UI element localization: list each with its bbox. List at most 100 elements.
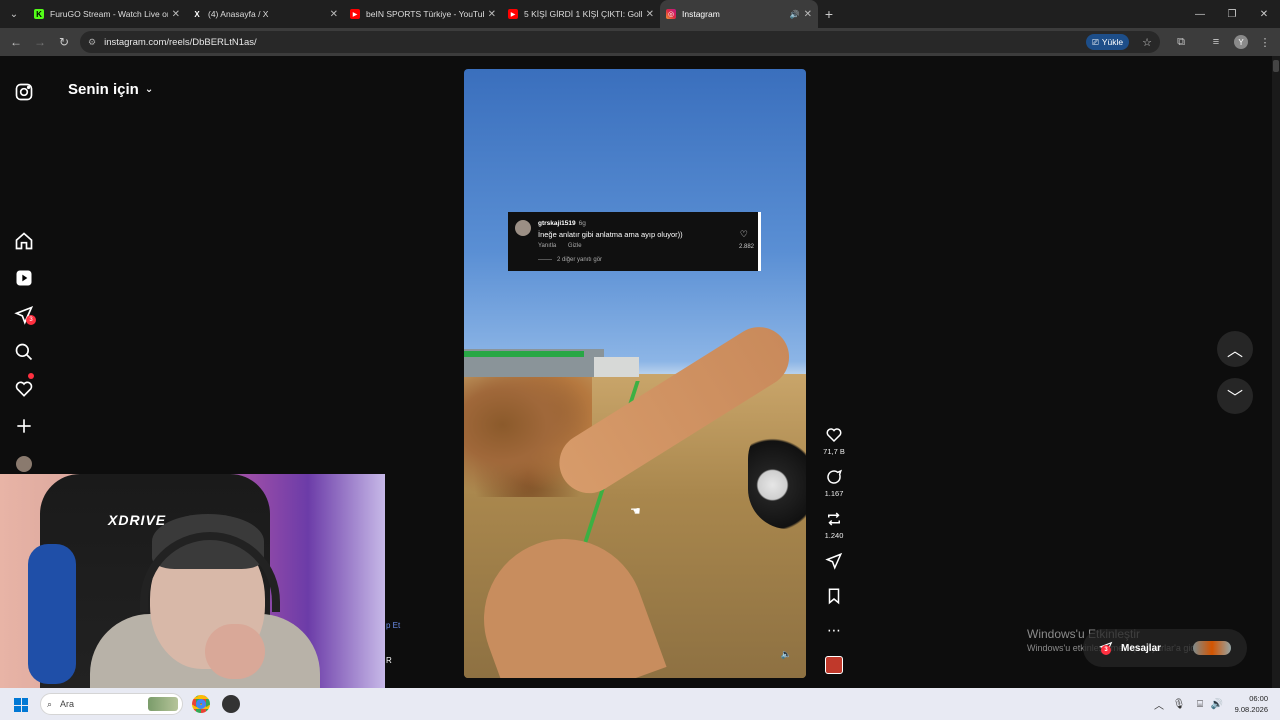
- close-icon[interactable]: ✕: [804, 9, 812, 20]
- tab-label: beIN SPORTS Türkiye - YouTube: [366, 9, 484, 19]
- yukle-button[interactable]: ⎚ Yükle: [1086, 34, 1130, 50]
- tab-gollum[interactable]: ▶ 5 KİŞİ GİRDİ 1 KİŞİ ÇIKTI: Gollum ✕: [502, 0, 660, 28]
- minimize-button[interactable]: —: [1184, 0, 1216, 28]
- repost-button[interactable]: 1.240: [822, 510, 846, 540]
- save-button[interactable]: [822, 587, 846, 605]
- windows-taskbar: ⌕ Ara ︿ 🎙 ⌸ 🔊 06:00 9.08.2026: [0, 688, 1280, 720]
- instagram-logo-icon[interactable]: [14, 82, 34, 102]
- chair-brand-logo: XDRIVE: [108, 512, 167, 528]
- partial-text: R: [386, 656, 392, 665]
- like-count: 71,7 B: [823, 447, 845, 456]
- tab-furugo[interactable]: K FuruGO Stream - Watch Live on ✕: [28, 0, 186, 28]
- x-favicon-icon: X: [194, 9, 200, 19]
- reel-video[interactable]: gtrskaji1519 6g İneğe anlatır gibi anlatm…: [464, 69, 806, 678]
- comment-button[interactable]: 1.167: [822, 468, 846, 498]
- feed-selector[interactable]: Senin için ⌄: [68, 81, 153, 98]
- microphone-icon[interactable]: 🎙: [1170, 688, 1188, 720]
- volume-icon[interactable]: 🔊: [1208, 688, 1226, 720]
- tab-search-menu[interactable]: ⌄: [0, 0, 28, 28]
- youtube-favicon-icon: ▶: [508, 9, 518, 19]
- share-button[interactable]: [822, 552, 846, 570]
- more-options-button[interactable]: ⋯: [822, 621, 846, 639]
- back-button[interactable]: ←: [4, 30, 28, 54]
- instagram-favicon-icon: ◎: [666, 9, 676, 19]
- comment-like-count: 2.882: [738, 244, 754, 250]
- search-highlight-image: [148, 697, 178, 711]
- reload-button[interactable]: ↻: [52, 30, 76, 54]
- webcam-overlay: XDRIVE: [0, 474, 385, 691]
- address-bar[interactable]: ⚙ instagram.com/reels/DbBERLtN1as/: [80, 31, 1160, 53]
- taskbar-clock[interactable]: 06:00 9.08.2026: [1228, 693, 1268, 715]
- site-info-icon[interactable]: ⚙: [88, 37, 96, 48]
- next-reel-button[interactable]: ﹀: [1217, 378, 1253, 414]
- partial-text: p Et: [386, 621, 401, 630]
- forward-button[interactable]: →: [28, 30, 52, 54]
- tab-instagram[interactable]: ◎ Instagram 🔊 ✕: [660, 0, 818, 28]
- show-hidden-icons[interactable]: ︿: [1150, 688, 1168, 720]
- url-text: instagram.com/reels/DbBERLtN1as/: [104, 36, 257, 48]
- reply-link: Yanıtla: [538, 243, 557, 249]
- search-icon: ⌕: [47, 698, 53, 709]
- chrome-icon[interactable]: [192, 695, 210, 713]
- comment-text: İneğe anlatır gibi anlatma ama ayıp oluy…: [538, 230, 683, 239]
- close-icon[interactable]: ✕: [172, 9, 180, 20]
- like-button[interactable]: 71,7 B: [822, 426, 846, 456]
- tab-label: 5 KİŞİ GİRDİ 1 KİŞİ ÇIKTI: Gollum: [524, 9, 642, 19]
- page-scrollbar[interactable]: [1272, 56, 1280, 688]
- yukle-label: Yükle: [1101, 37, 1124, 47]
- mouse-cursor-icon: ☚: [630, 504, 641, 518]
- chevron-up-icon: ︿: [1226, 343, 1243, 360]
- notification-dot: [28, 373, 34, 379]
- comment-heart-icon: ♡: [739, 229, 748, 239]
- barn-building-2: [594, 357, 639, 377]
- search-icon[interactable]: [14, 342, 34, 362]
- close-window-button[interactable]: ✕: [1248, 0, 1280, 28]
- close-icon[interactable]: ✕: [488, 9, 496, 20]
- windows-start-icon[interactable]: [14, 698, 28, 712]
- bookmark-icon: [828, 588, 840, 605]
- profile-avatar[interactable]: Y: [1234, 35, 1248, 49]
- speaker-icon[interactable]: 🔊: [790, 10, 800, 19]
- plus-icon[interactable]: [14, 416, 34, 436]
- share-icon: [825, 552, 843, 570]
- hide-link: Gizle: [567, 243, 582, 249]
- messages-button[interactable]: 3 Mesajlar: [1083, 629, 1247, 667]
- kick-favicon-icon: K: [34, 9, 44, 19]
- network-icon[interactable]: ⌸: [1191, 688, 1209, 720]
- restore-button[interactable]: ❐: [1216, 0, 1248, 28]
- taskbar-search[interactable]: ⌕ Ara: [40, 693, 183, 715]
- clock-date: 9.08.2026: [1234, 705, 1268, 714]
- close-icon[interactable]: ✕: [646, 9, 654, 20]
- media-control-icon[interactable]: ≡: [1206, 28, 1226, 56]
- comment-overlay: gtrskaji1519 6g İneğe anlatır gibi anlatm…: [508, 212, 761, 271]
- audio-thumbnail[interactable]: [825, 656, 843, 674]
- comment-count: 1.167: [824, 489, 844, 498]
- home-icon[interactable]: [14, 231, 34, 251]
- feed-title: Senin için: [68, 81, 139, 98]
- window-controls: — ❐ ✕: [1184, 0, 1280, 28]
- heart-icon: [826, 428, 842, 443]
- clock-time: 06:00: [1249, 694, 1268, 703]
- comment-user: gtrskaji1519 6g: [538, 220, 586, 227]
- new-tab-button[interactable]: +: [818, 0, 840, 28]
- speaker-icon[interactable]: 🔈: [781, 649, 792, 660]
- menu-icon[interactable]: ⋮: [1255, 28, 1275, 56]
- close-icon[interactable]: ✕: [330, 9, 338, 20]
- streamer-hand: [205, 624, 265, 679]
- obs-icon[interactable]: [222, 695, 240, 713]
- previous-reel-button[interactable]: ︿: [1217, 331, 1253, 367]
- profile-avatar[interactable]: [14, 454, 34, 474]
- tab-bein[interactable]: ▶ beIN SPORTS Türkiye - YouTube ✕: [344, 0, 502, 28]
- youtube-favicon-icon: ▶: [350, 9, 360, 19]
- extensions-icon[interactable]: ⧉: [1171, 28, 1191, 56]
- search-placeholder: Ara: [60, 699, 75, 709]
- cast-icon: ⎚: [1092, 36, 1099, 47]
- messages-badge: 3: [1101, 645, 1111, 655]
- reels-icon[interactable]: [14, 268, 34, 288]
- tab-label: Instagram: [682, 9, 720, 19]
- heart-icon[interactable]: [14, 379, 34, 399]
- scrollbar-thumb[interactable]: [1273, 60, 1279, 72]
- chair-side: [28, 544, 76, 684]
- tab-x[interactable]: X (4) Anasayfa / X ✕: [186, 0, 344, 28]
- bookmark-star-icon[interactable]: ☆: [1137, 28, 1157, 56]
